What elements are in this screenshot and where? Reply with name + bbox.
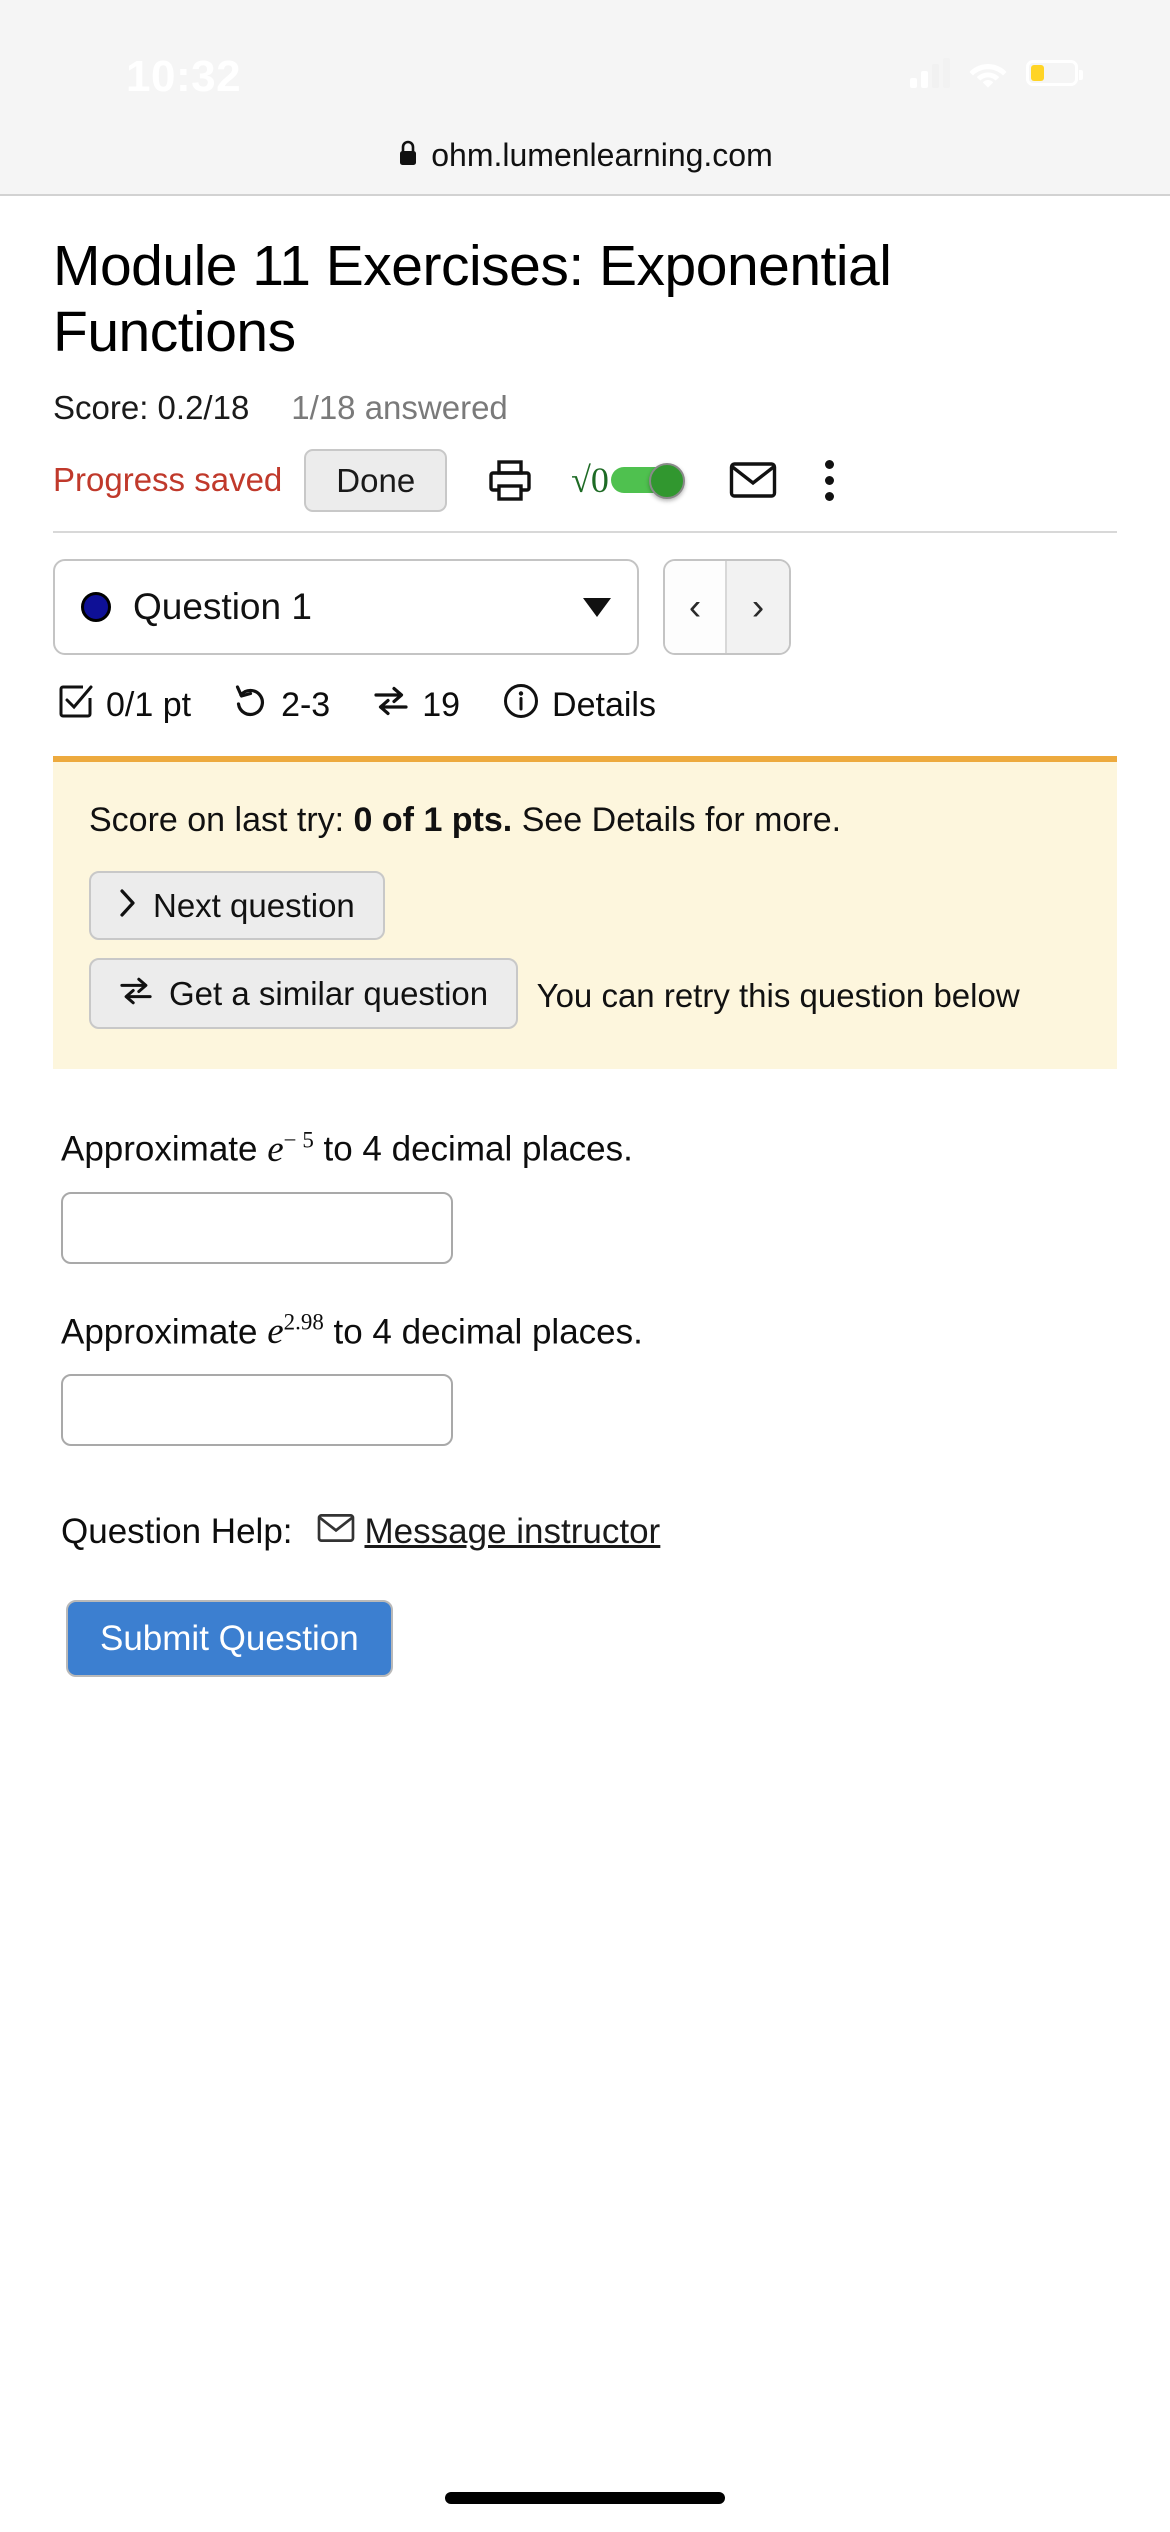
swap-arrows-icon: [119, 975, 153, 1012]
get-similar-question-label: Get a similar question: [169, 975, 489, 1013]
cellular-signal-icon: [910, 58, 950, 88]
submit-question-button[interactable]: Submit Question: [66, 1600, 393, 1678]
details-label[interactable]: Details: [552, 686, 656, 725]
toggle-switch[interactable]: [610, 463, 685, 500]
browser-chrome: 10:32 ohm.lumenlearning.com: [0, 0, 1170, 196]
message-instructor-label: Message instructor: [364, 1512, 661, 1552]
points-value: 0/1 pt: [106, 686, 192, 725]
chevron-down-icon: [583, 597, 611, 617]
toolbar-divider: [53, 531, 1117, 534]
next-question-action-button[interactable]: Next question: [89, 871, 385, 941]
url-text: ohm.lumenlearning.com: [431, 136, 773, 173]
question-help-label: Question Help:: [61, 1512, 293, 1552]
question-arrows: ‹ ›: [663, 559, 791, 656]
math-keyboard-toggle[interactable]: √0: [571, 459, 685, 501]
question-1-suffix: to 4 decimal places.: [313, 1129, 633, 1169]
info-circle-icon[interactable]: [503, 683, 539, 728]
question-navigation: Question 1 ‹ ›: [53, 559, 1117, 656]
url-bar[interactable]: ohm.lumenlearning.com: [0, 118, 1170, 192]
progress-saved-status: Progress saved: [53, 461, 283, 499]
answer-input-2[interactable]: [61, 1374, 453, 1447]
chevron-right-icon: [119, 888, 137, 923]
prev-question-button[interactable]: ‹: [665, 561, 727, 654]
more-vertical-icon[interactable]: [815, 459, 844, 501]
page-content: Module 11 Exercises: Exponential Functio…: [0, 196, 1170, 1678]
question-help-row: Question Help: Message instructor: [53, 1512, 1117, 1552]
alert-message: Score on last try: 0 of 1 pts. See Detai…: [89, 796, 1081, 845]
lock-icon: [397, 139, 419, 172]
question-2-suffix: to 4 decimal places.: [323, 1312, 643, 1352]
question-part-1: Approximate e− 5 to 4 decimal places.: [53, 1125, 1117, 1264]
alert-buttons: Next question: [89, 871, 1081, 941]
question-select-label: Question 1: [133, 586, 312, 628]
envelope-icon: [317, 1512, 355, 1552]
checkbox-checked-icon: [59, 684, 93, 727]
question-2-math: e2.98: [267, 1309, 324, 1353]
alert-message-score: 0 of 1 pts.: [353, 801, 513, 840]
question-status-dot: [81, 592, 111, 623]
alert-message-suffix: See Details for more.: [512, 801, 842, 840]
wifi-icon: [968, 58, 1008, 88]
question-body: Approximate e− 5 to 4 decimal places. Ap…: [53, 1125, 1117, 1678]
retry-hint-text: You can retry this question below: [536, 977, 1020, 1015]
battery-icon: [1026, 60, 1083, 86]
printer-icon[interactable]: [487, 457, 533, 503]
question-2-prefix: Approximate: [61, 1312, 268, 1352]
home-indicator: [445, 2492, 725, 2504]
question-status-bar: 0/1 pt 2-3 19 Details: [53, 683, 1117, 728]
undo-attempts-icon: [234, 684, 268, 727]
question-1-prompt: Approximate e− 5 to 4 decimal places.: [53, 1125, 1117, 1173]
message-instructor-link[interactable]: Message instructor: [317, 1512, 661, 1552]
page-title: Module 11 Exercises: Exponential Functio…: [53, 234, 892, 364]
retry-row: Get a similar question You can retry thi…: [89, 958, 1081, 1030]
ios-status-bar: 10:32: [0, 0, 1170, 118]
question-select[interactable]: Question 1: [53, 559, 639, 656]
answered-count: 1/18 answered: [291, 389, 508, 427]
swap-arrows-icon: [373, 684, 409, 727]
status-bar-indicators: [910, 58, 1083, 88]
question-1-math: e− 5: [267, 1127, 314, 1170]
question-part-2: Approximate e2.98 to 4 decimal places.: [53, 1308, 1117, 1447]
status-bar-time: 10:32: [126, 52, 242, 101]
envelope-icon[interactable]: [729, 461, 777, 499]
assessment-toolbar: Progress saved Done √0: [53, 445, 1117, 515]
next-question-button[interactable]: ›: [727, 561, 789, 654]
score-text: Score: 0.2/18: [53, 389, 250, 427]
question-2-prompt: Approximate e2.98 to 4 decimal places.: [53, 1308, 1117, 1356]
next-question-action-label: Next question: [153, 887, 355, 925]
sqrt-icon: √0: [571, 460, 609, 501]
done-button[interactable]: Done: [304, 448, 448, 512]
answer-input-1[interactable]: [61, 1191, 453, 1264]
question-1-prefix: Approximate: [61, 1129, 268, 1169]
similar-count-value: 19: [422, 686, 461, 725]
attempts-value: 2-3: [281, 686, 331, 725]
get-similar-question-button[interactable]: Get a similar question: [89, 958, 519, 1030]
score-alert-box: Score on last try: 0 of 1 pts. See Detai…: [53, 756, 1117, 1070]
score-row: Score: 0.2/18 1/18 answered: [53, 389, 1117, 427]
alert-message-prefix: Score on last try:: [89, 801, 354, 840]
